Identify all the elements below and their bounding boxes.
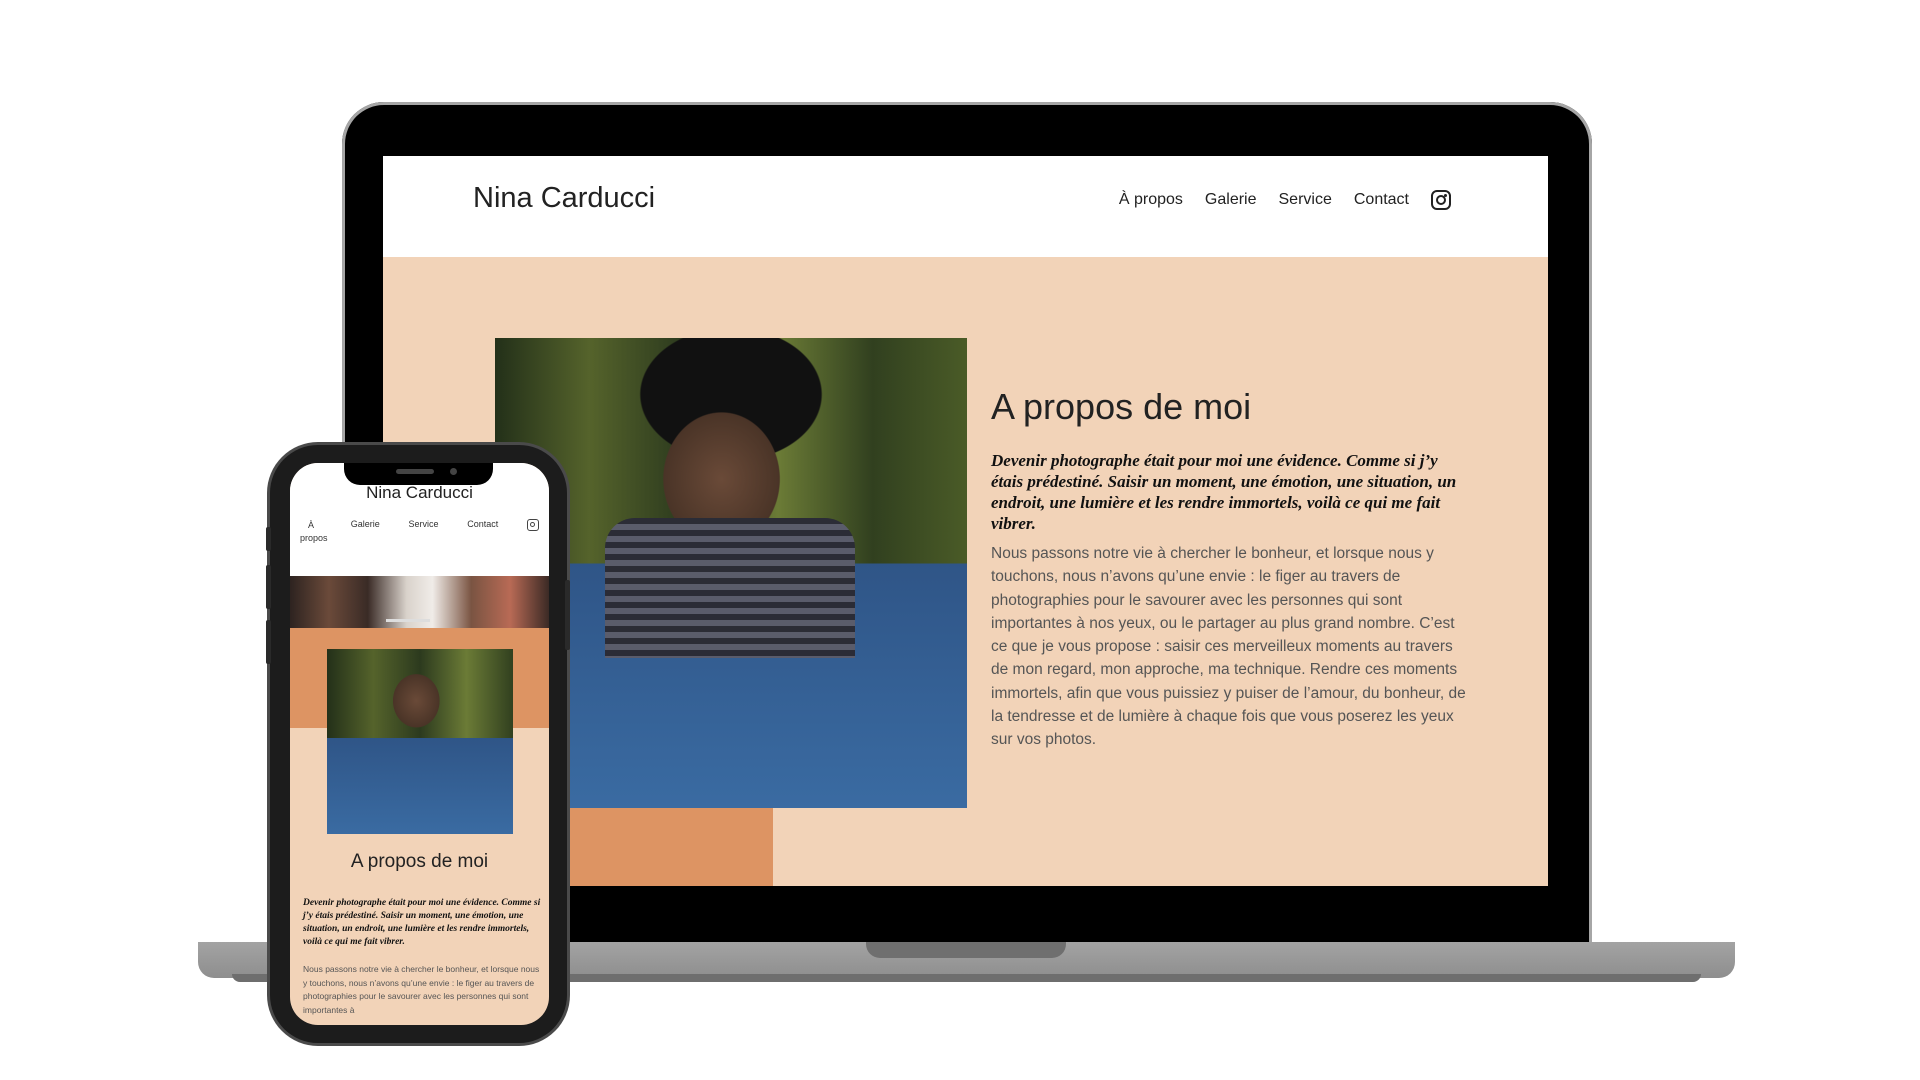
- phone-screen: Nina Carducci À propos Galerie Service C…: [290, 463, 549, 1025]
- section-title: A propos de moi: [991, 386, 1252, 427]
- laptop-trackpad-notch: [866, 942, 1066, 958]
- phone-camera: [450, 468, 457, 475]
- phone-volume-up-button: [266, 565, 271, 609]
- phone-nav-item-galerie[interactable]: Galerie: [351, 519, 380, 529]
- phone-nav-item-contact[interactable]: Contact: [467, 519, 498, 529]
- section-lead: Devenir photographe était pour moi une é…: [991, 451, 1457, 533]
- phone-site-nav: À propos Galerie Service Contact: [300, 519, 539, 545]
- site-nav: À propos Galerie Service Contact: [1119, 190, 1451, 210]
- carousel-indicator[interactable]: [386, 619, 430, 622]
- site-brand[interactable]: Nina Carducci: [473, 182, 655, 215]
- instagram-icon[interactable]: [1431, 190, 1451, 210]
- phone-section-title: A propos de moi: [350, 851, 489, 872]
- phone-portrait-photo: [327, 649, 513, 834]
- phone-nav-item-apropos[interactable]: À propos: [300, 519, 328, 545]
- nav-item-apropos[interactable]: À propos: [1119, 191, 1183, 209]
- phone-side-button: [266, 527, 271, 551]
- instagram-icon[interactable]: [527, 519, 539, 531]
- nav-item-galerie[interactable]: Galerie: [1205, 191, 1257, 209]
- phone-notch: [344, 463, 493, 485]
- phone-power-button: [565, 580, 570, 650]
- phone-section-lead: Devenir photographe était pour moi une é…: [303, 898, 541, 947]
- nav-item-contact[interactable]: Contact: [1354, 191, 1409, 209]
- phone-site-brand[interactable]: Nina Carducci: [290, 483, 549, 503]
- phone-section-body: Nous passons notre vie à chercher le bon…: [303, 964, 540, 1015]
- phone-speaker: [396, 469, 434, 474]
- nav-item-service[interactable]: Service: [1279, 191, 1332, 209]
- phone-volume-down-button: [266, 620, 271, 664]
- phone-nav-item-service[interactable]: Service: [408, 519, 438, 529]
- site-header: Nina Carducci À propos Galerie Service C…: [383, 156, 1548, 257]
- section-body: Nous passons notre vie à chercher le bon…: [991, 545, 1466, 749]
